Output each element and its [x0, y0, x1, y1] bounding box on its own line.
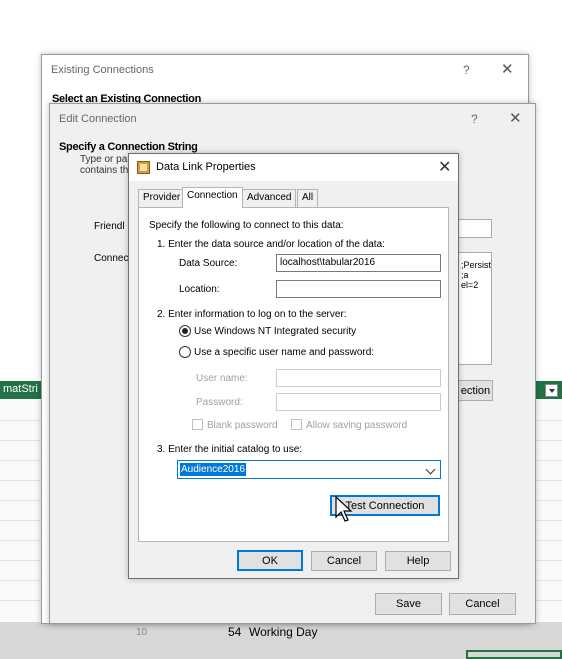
- step1-label: 1. Enter the data source and/or location…: [157, 239, 385, 250]
- build-button[interactable]: ection: [458, 380, 493, 401]
- step3-label: 3. Enter the initial catalog to use:: [157, 444, 303, 455]
- connection-string-fragment: ;Persist: [461, 260, 492, 270]
- dialog-title: Data Link Properties: [156, 161, 256, 173]
- catalog-selected-value: Audience2016: [180, 463, 246, 476]
- row-number: 10: [136, 627, 148, 638]
- specific-user-radio[interactable]: [179, 346, 191, 358]
- close-icon[interactable]: ✕: [509, 109, 522, 127]
- tab-connection[interactable]: Connection: [182, 187, 243, 208]
- cell-value[interactable]: 54: [228, 625, 241, 639]
- data-source-input[interactable]: localhost\tabular2016: [276, 254, 441, 272]
- friendly-name-label: Friendl: [94, 221, 125, 232]
- active-cell[interactable]: [466, 650, 562, 659]
- ok-button[interactable]: OK: [237, 550, 303, 571]
- initial-catalog-select[interactable]: Audience2016: [177, 460, 441, 479]
- username-input[interactable]: [276, 369, 441, 387]
- connection-string-label: Connec: [94, 253, 129, 264]
- tab-provider[interactable]: Provider: [138, 189, 186, 207]
- allow-saving-checkbox[interactable]: [291, 419, 302, 430]
- allow-saving-label[interactable]: Allow saving password: [306, 420, 407, 431]
- tab-advanced[interactable]: Advanced: [242, 189, 297, 207]
- connection-string-fragment: el=2: [461, 280, 479, 290]
- help-button[interactable]: Help: [385, 551, 451, 571]
- specific-user-label[interactable]: Use a specific user name and password:: [194, 347, 374, 358]
- mouse-cursor-icon: [335, 496, 353, 522]
- password-input[interactable]: [276, 393, 441, 411]
- location-label: Location:: [179, 284, 220, 295]
- help-icon[interactable]: ?: [471, 112, 478, 126]
- save-button[interactable]: Save: [375, 593, 442, 615]
- data-link-properties-dialog: Data Link Properties ✕ Provider Connecti…: [128, 153, 459, 579]
- chevron-down-icon[interactable]: [425, 464, 436, 475]
- description-line: contains th: [80, 165, 129, 176]
- close-icon[interactable]: ✕: [438, 157, 451, 177]
- blank-password-checkbox[interactable]: [192, 419, 203, 430]
- description-line: Type or pa: [80, 154, 128, 165]
- step2-label: 2. Enter information to log on to the se…: [157, 309, 347, 320]
- tab-all[interactable]: All: [297, 189, 319, 207]
- connection-string-fragment: ;a: [461, 270, 469, 280]
- help-icon[interactable]: ?: [463, 63, 470, 77]
- password-label: Password:: [196, 397, 243, 408]
- cancel-button[interactable]: Cancel: [311, 551, 377, 571]
- blank-password-label[interactable]: Blank password: [207, 420, 278, 431]
- data-link-icon: [137, 161, 150, 174]
- username-label: User name:: [196, 373, 248, 384]
- windows-security-radio[interactable]: [179, 325, 191, 337]
- dialog-title: Existing Connections: [51, 64, 154, 76]
- connection-tab-panel: Specify the following to connect to this…: [138, 207, 449, 542]
- dialog-title: Edit Connection: [59, 113, 137, 125]
- dialog-header: Specify a Connection String: [59, 141, 198, 153]
- location-input[interactable]: [276, 280, 441, 298]
- close-icon[interactable]: ✕: [501, 60, 514, 78]
- filter-dropdown-icon[interactable]: [545, 384, 558, 397]
- friendly-name-field[interactable]: [458, 219, 492, 238]
- excel-column-header[interactable]: matStri: [0, 381, 44, 399]
- intro-text: Specify the following to connect to this…: [149, 220, 344, 231]
- windows-security-label[interactable]: Use Windows NT Integrated security: [194, 326, 356, 337]
- cell-text[interactable]: Working Day: [249, 625, 317, 639]
- cancel-button[interactable]: Cancel: [449, 593, 516, 615]
- data-source-label: Data Source:: [179, 258, 238, 269]
